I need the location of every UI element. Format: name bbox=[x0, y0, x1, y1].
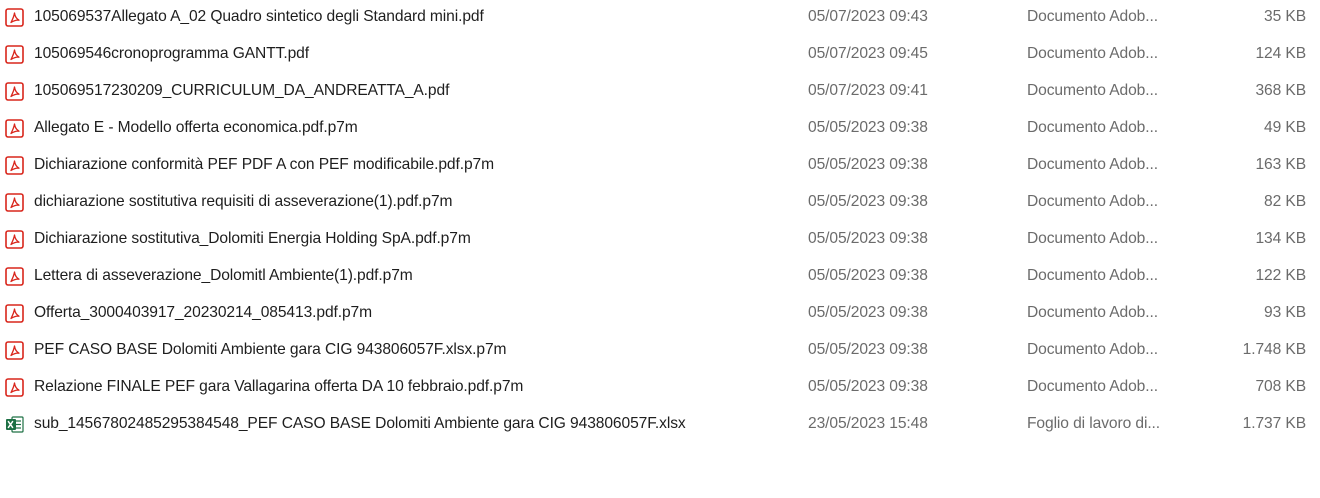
file-size: 35 KB bbox=[1264, 8, 1306, 25]
file-size: 124 KB bbox=[1255, 45, 1306, 62]
file-name: PEF CASO BASE Dolomiti Ambiente gara CIG… bbox=[34, 341, 507, 358]
excel-icon bbox=[5, 415, 24, 434]
pdf-icon bbox=[5, 304, 24, 323]
file-modified-date: 05/05/2023 09:38 bbox=[808, 156, 928, 173]
pdf-icon bbox=[5, 8, 24, 27]
file-modified-date: 23/05/2023 15:48 bbox=[808, 415, 928, 432]
file-type: Documento Adob... bbox=[1027, 119, 1158, 136]
file-modified-date: 05/05/2023 09:38 bbox=[808, 378, 928, 395]
file-name: Relazione FINALE PEF gara Vallagarina of… bbox=[34, 378, 524, 395]
file-list: 105069537Allegato A_02 Quadro sintetico … bbox=[0, 0, 1320, 498]
pdf-icon bbox=[5, 267, 24, 286]
file-modified-date: 05/05/2023 09:38 bbox=[808, 230, 928, 247]
file-modified-date: 05/05/2023 09:38 bbox=[808, 119, 928, 136]
file-size: 368 KB bbox=[1255, 82, 1306, 99]
file-row[interactable]: dichiarazione sostitutiva requisiti di a… bbox=[0, 185, 1320, 219]
file-size: 134 KB bbox=[1255, 230, 1306, 247]
file-name: 105069537Allegato A_02 Quadro sintetico … bbox=[34, 8, 484, 25]
file-name: Dichiarazione conformità PEF PDF A con P… bbox=[34, 156, 494, 173]
file-row[interactable]: Relazione FINALE PEF gara Vallagarina of… bbox=[0, 370, 1320, 404]
file-modified-date: 05/05/2023 09:38 bbox=[808, 304, 928, 321]
file-name: Offerta_3000403917_20230214_085413.pdf.p… bbox=[34, 304, 373, 321]
file-row[interactable]: sub_14567802485295384548_PEF CASO BASE D… bbox=[0, 407, 1320, 441]
pdf-icon bbox=[5, 156, 24, 175]
file-type: Documento Adob... bbox=[1027, 378, 1158, 395]
file-name: Lettera di asseverazione_Dolomitl Ambien… bbox=[34, 267, 413, 284]
pdf-icon bbox=[5, 45, 24, 64]
pdf-icon bbox=[5, 378, 24, 397]
file-type: Documento Adob... bbox=[1027, 82, 1158, 99]
file-modified-date: 05/07/2023 09:43 bbox=[808, 8, 928, 25]
pdf-icon bbox=[5, 230, 24, 249]
file-modified-date: 05/05/2023 09:38 bbox=[808, 267, 928, 284]
pdf-icon bbox=[5, 119, 24, 138]
file-type: Documento Adob... bbox=[1027, 230, 1158, 247]
file-size: 93 KB bbox=[1264, 304, 1306, 321]
file-size: 1.748 KB bbox=[1242, 341, 1306, 358]
file-name: 105069517230209_CURRICULUM_DA_ANDREATTA_… bbox=[34, 82, 450, 99]
file-type: Documento Adob... bbox=[1027, 267, 1158, 284]
file-row[interactable]: 105069517230209_CURRICULUM_DA_ANDREATTA_… bbox=[0, 74, 1320, 108]
file-row[interactable]: Lettera di asseverazione_Dolomitl Ambien… bbox=[0, 259, 1320, 293]
pdf-icon bbox=[5, 82, 24, 101]
file-size: 122 KB bbox=[1255, 267, 1306, 284]
file-type: Documento Adob... bbox=[1027, 341, 1158, 358]
file-type: Documento Adob... bbox=[1027, 8, 1158, 25]
file-row[interactable]: 105069537Allegato A_02 Quadro sintetico … bbox=[0, 0, 1320, 34]
file-name: dichiarazione sostitutiva requisiti di a… bbox=[34, 193, 453, 210]
file-row[interactable]: PEF CASO BASE Dolomiti Ambiente gara CIG… bbox=[0, 333, 1320, 367]
file-type: Documento Adob... bbox=[1027, 156, 1158, 173]
file-name: Allegato E - Modello offerta economica.p… bbox=[34, 119, 358, 136]
file-size: 708 KB bbox=[1255, 378, 1306, 395]
file-row[interactable]: Allegato E - Modello offerta economica.p… bbox=[0, 111, 1320, 145]
file-name: 105069546cronoprogramma GANTT.pdf bbox=[34, 45, 309, 62]
file-type: Foglio di lavoro di... bbox=[1027, 415, 1161, 432]
file-size: 82 KB bbox=[1264, 193, 1306, 210]
file-type: Documento Adob... bbox=[1027, 193, 1158, 210]
file-name: sub_14567802485295384548_PEF CASO BASE D… bbox=[34, 415, 686, 432]
file-row[interactable]: Dichiarazione conformità PEF PDF A con P… bbox=[0, 148, 1320, 182]
file-size: 163 KB bbox=[1255, 156, 1306, 173]
file-type: Documento Adob... bbox=[1027, 304, 1158, 321]
file-row[interactable]: 105069546cronoprogramma GANTT.pdf 05/07/… bbox=[0, 37, 1320, 71]
file-modified-date: 05/07/2023 09:41 bbox=[808, 82, 928, 99]
pdf-icon bbox=[5, 341, 24, 360]
file-modified-date: 05/05/2023 09:38 bbox=[808, 341, 928, 358]
file-size: 1.737 KB bbox=[1242, 415, 1306, 432]
file-size: 49 KB bbox=[1264, 119, 1306, 136]
file-name: Dichiarazione sostitutiva_Dolomiti Energ… bbox=[34, 230, 471, 247]
pdf-icon bbox=[5, 193, 24, 212]
file-modified-date: 05/05/2023 09:38 bbox=[808, 193, 928, 210]
file-row[interactable]: Dichiarazione sostitutiva_Dolomiti Energ… bbox=[0, 222, 1320, 256]
file-row[interactable]: Offerta_3000403917_20230214_085413.pdf.p… bbox=[0, 296, 1320, 330]
file-type: Documento Adob... bbox=[1027, 45, 1158, 62]
file-modified-date: 05/07/2023 09:45 bbox=[808, 45, 928, 62]
